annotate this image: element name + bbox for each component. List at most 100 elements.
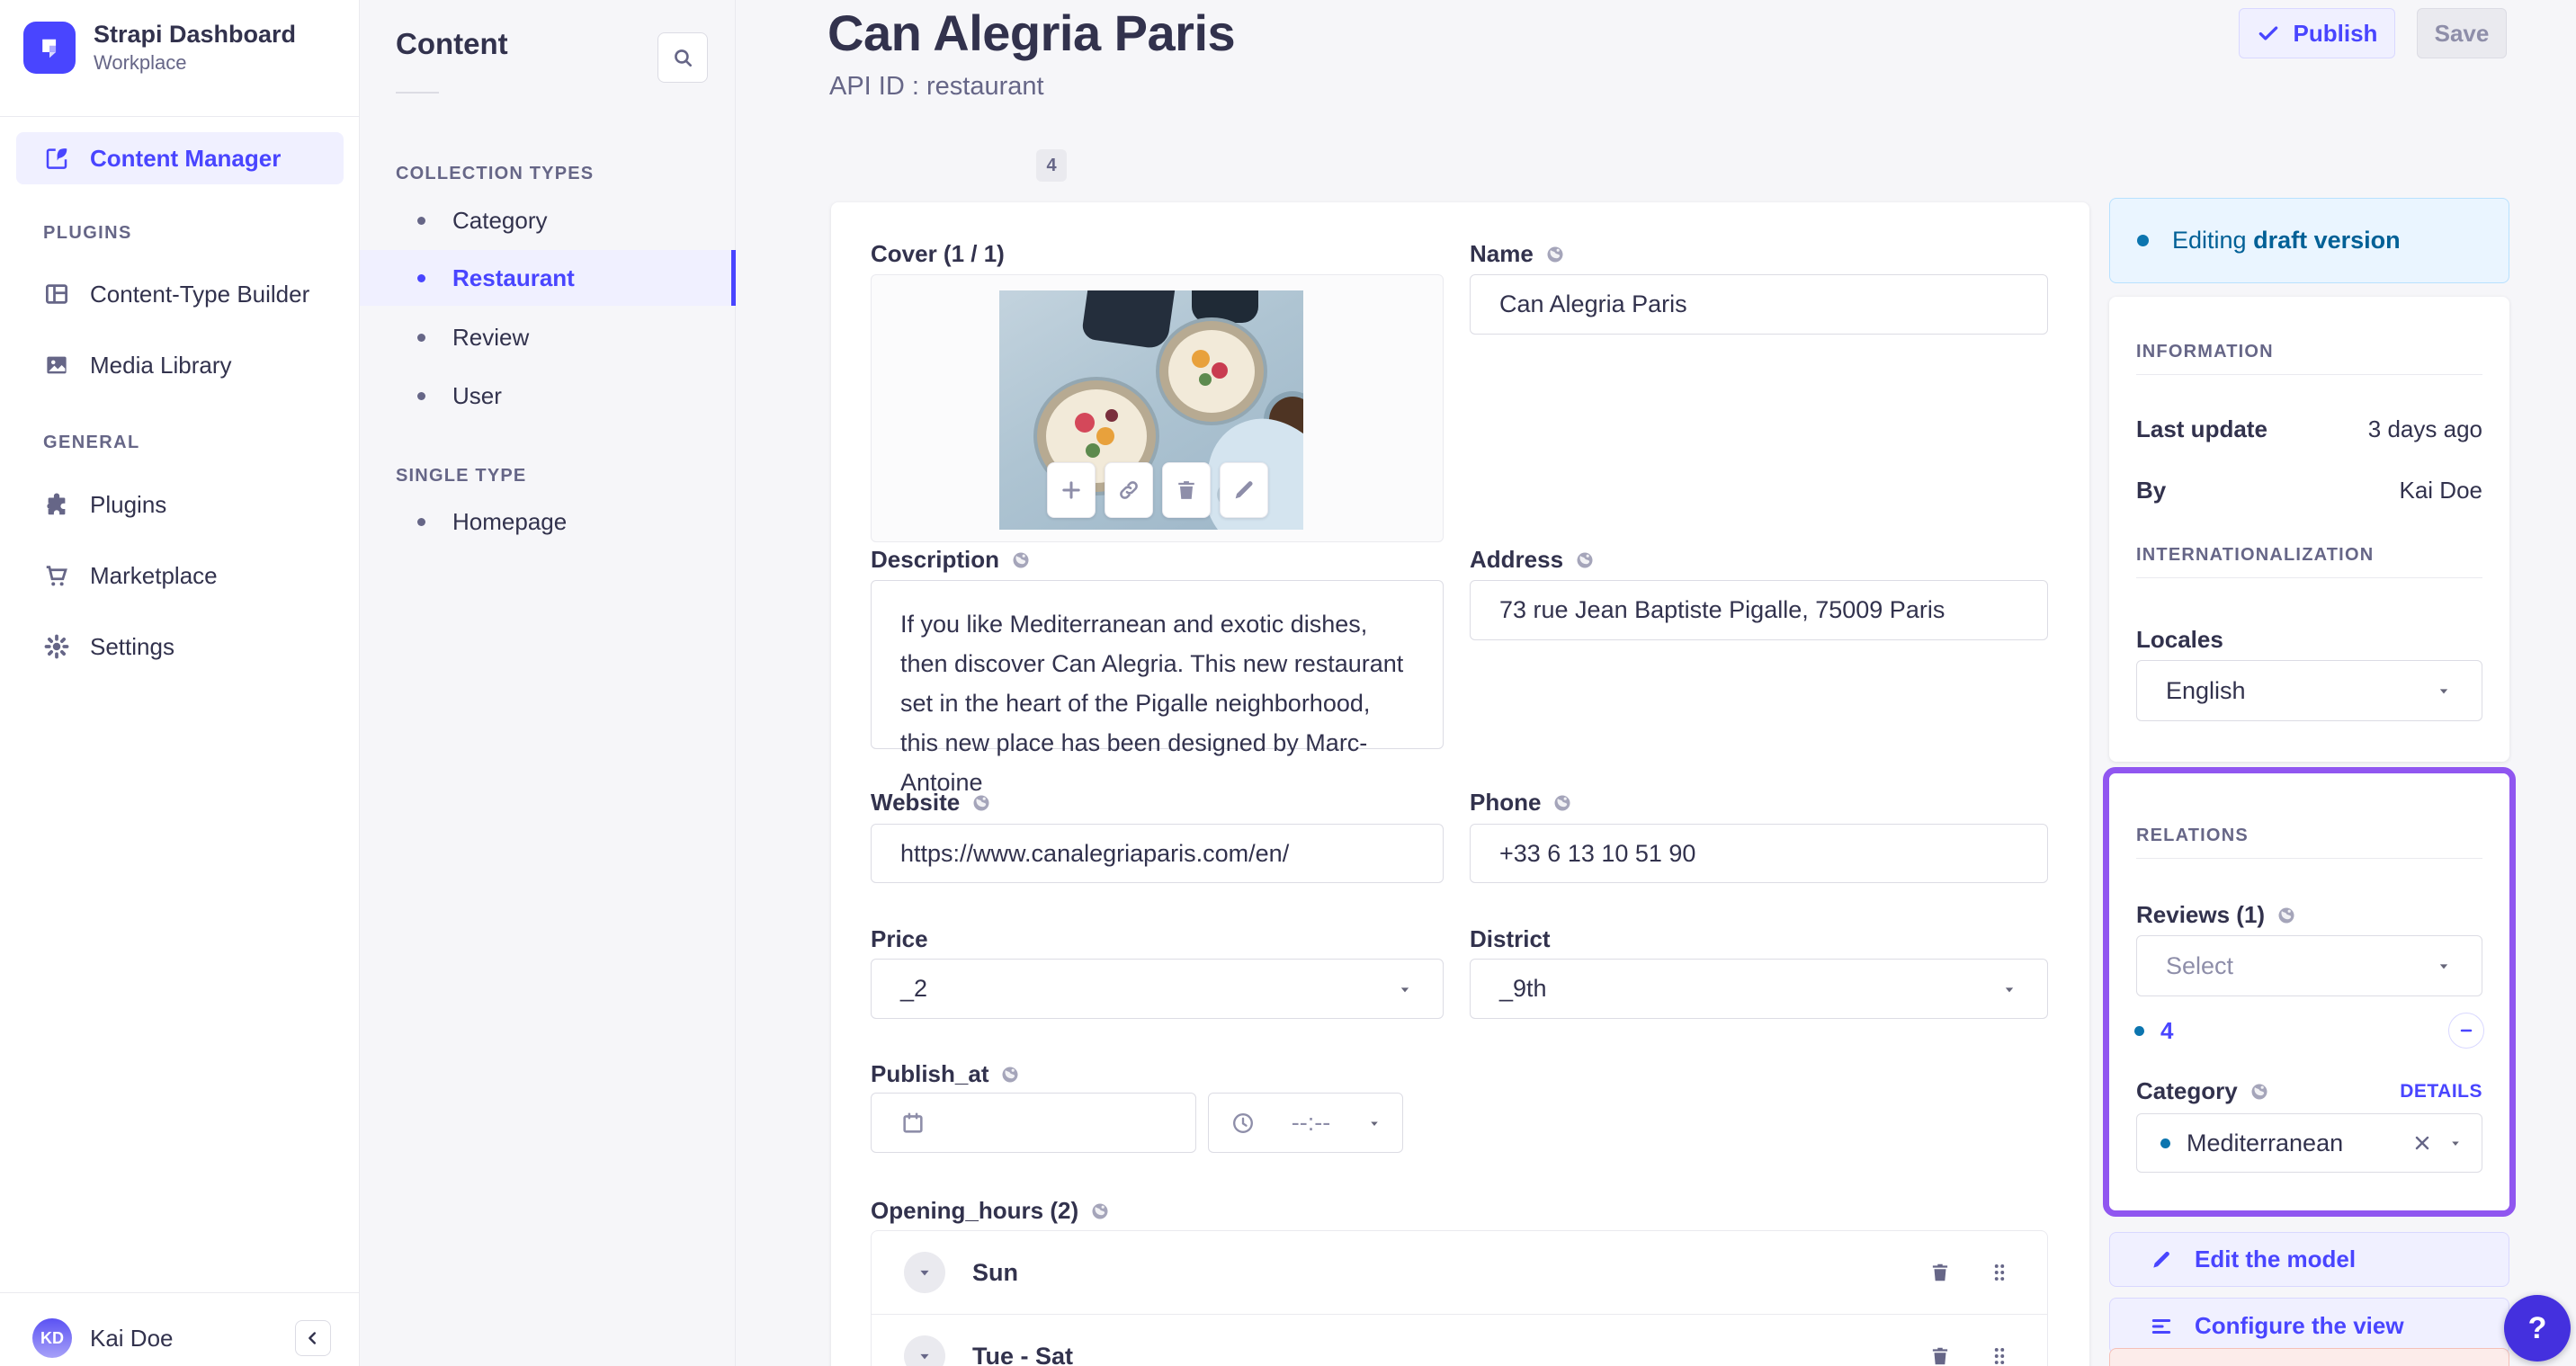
subnav-item-category[interactable]: Category [360, 192, 736, 248]
globe-icon [1002, 1067, 1018, 1082]
cover-field [871, 274, 1444, 542]
sidebar-item-label: Content Manager [90, 144, 282, 172]
search-icon [675, 49, 692, 67]
sidebar-item-content-manager[interactable]: Content Manager [16, 132, 344, 184]
add-media-button[interactable] [1046, 462, 1096, 518]
subnav-item-homepage[interactable]: Homepage [360, 494, 736, 549]
copy-link-button[interactable] [1104, 462, 1153, 518]
chevron-down-icon [2435, 682, 2453, 700]
minus-icon [2460, 1029, 2473, 1032]
app-title: Strapi Dashboard [94, 21, 297, 48]
website-input[interactable]: https://www.canalegriaparis.com/en/ [871, 824, 1444, 883]
category-select[interactable]: Mediterranean [2136, 1113, 2482, 1173]
divider [2136, 858, 2482, 859]
information-label: INFORMATION [2136, 342, 2274, 362]
address-input[interactable]: 73 rue Jean Baptiste Pigalle, 75009 Pari… [1470, 580, 2048, 640]
sidebar-item-settings[interactable]: Settings [16, 621, 344, 673]
chevron-down-icon [1366, 1115, 1382, 1131]
drag-handle-icon[interactable] [1988, 1344, 2011, 1366]
drag-handle-icon[interactable] [1988, 1261, 2011, 1284]
subnav-item-user[interactable]: User [360, 368, 736, 424]
strapi-dashboard: Strapi Dashboard Workplace Content Manag… [0, 0, 2576, 1366]
bullet-icon [417, 391, 425, 400]
price-field-label: Price [871, 925, 928, 952]
collapse-sidebar-button[interactable] [295, 1320, 331, 1356]
edit-media-button[interactable] [1219, 462, 1268, 518]
chevron-left-icon [309, 1332, 317, 1344]
globe-icon [1013, 552, 1029, 567]
save-button[interactable]: Save [2417, 8, 2507, 58]
publish-at-field-label: Publish_at [871, 1060, 1021, 1088]
price-select[interactable]: _2 [871, 959, 1444, 1019]
link-icon [1119, 481, 1138, 499]
sidebar-item-media-library[interactable]: Media Library [16, 339, 344, 391]
globe-icon [2278, 907, 2294, 923]
by-row: By Kai Doe [2136, 477, 2482, 504]
locale-select[interactable]: English [2136, 660, 2482, 721]
description-textarea[interactable]: If you like Mediterranean and exotic dis… [871, 580, 1444, 796]
subnav-item-restaurant[interactable]: Restaurant [360, 250, 736, 306]
calendar-icon [903, 1112, 923, 1133]
expand-button[interactable] [904, 1335, 945, 1366]
remove-relation-button[interactable] [2448, 1013, 2484, 1049]
details-link[interactable]: DETAILS [2400, 1081, 2482, 1103]
search-button[interactable] [657, 32, 708, 83]
publish-at-time-input[interactable]: --:-- [1208, 1093, 1403, 1153]
expand-button[interactable] [904, 1252, 945, 1293]
globe-icon [1554, 795, 1570, 810]
help-button[interactable]: ? [2504, 1295, 2571, 1362]
brand[interactable]: Strapi Dashboard Workplace [23, 20, 296, 76]
collection-types-count: 4 [1036, 149, 1067, 182]
phone-input[interactable]: +33 6 13 10 51 90 [1470, 824, 2048, 883]
globe-icon [1547, 246, 1563, 262]
opening-hours-field-label: Opening_hours (2) [871, 1197, 1111, 1225]
puzzle-icon [43, 491, 70, 518]
last-update-row: Last update 3 days ago [2136, 415, 2482, 442]
user-menu[interactable]: KD Kai Doe [32, 1318, 174, 1358]
reviews-field-label: Reviews (1) [2136, 901, 2297, 929]
information-panel: INFORMATION Last update 3 days ago By Ka… [2109, 297, 2509, 762]
reviews-select[interactable]: Select [2136, 935, 2482, 996]
clear-icon[interactable] [2411, 1132, 2433, 1154]
relation-link[interactable]: 4 [2160, 1017, 2173, 1045]
divider [2136, 374, 2482, 375]
workspace-label: Workplace [94, 50, 187, 74]
gear-icon [43, 633, 70, 660]
check-icon [2258, 26, 2277, 40]
subnav-title: Content [396, 27, 508, 60]
content-manager-icon [43, 145, 70, 172]
divider [0, 116, 359, 117]
main-sidebar: Strapi Dashboard Workplace Content Manag… [0, 0, 360, 1366]
name-input[interactable]: Can Alegria Paris [1470, 274, 2048, 335]
chevron-down-icon [920, 1270, 929, 1276]
delete-item-button[interactable] [1928, 1344, 1952, 1366]
divider [2136, 577, 2482, 578]
bullet-icon [417, 517, 425, 526]
delete-entry-button[interactable] [2109, 1348, 2509, 1366]
api-id-subtitle: API ID : restaurant [829, 72, 1044, 101]
configure-lines-icon [2151, 1318, 2171, 1334]
cover-toolbar [1046, 462, 1268, 518]
delete-item-button[interactable] [1928, 1261, 1952, 1284]
opening-hours-item-sun: Sun [872, 1231, 2047, 1314]
publish-button[interactable]: Publish [2239, 8, 2395, 58]
name-field-label: Name [1470, 240, 1566, 268]
status-dot-icon [2137, 235, 2149, 246]
configure-view-button[interactable]: Configure the view [2109, 1298, 2509, 1354]
district-select[interactable]: _9th [1470, 959, 2048, 1019]
district-field-label: District [1470, 925, 1551, 952]
delete-media-button[interactable] [1161, 462, 1211, 518]
opening-hours-item-tue-sat: Tue - Sat [872, 1315, 2047, 1366]
review-relation-item: 4 [2134, 1013, 2484, 1049]
chevron-down-icon [1396, 980, 1414, 998]
single-type-label: SINGLE TYPE [396, 466, 527, 486]
sidebar-item-plugins[interactable]: Plugins [16, 478, 344, 531]
locales-label-row: Locales [2136, 626, 2223, 653]
general-section-label: GENERAL [43, 433, 140, 452]
sidebar-item-content-type-builder[interactable]: Content-Type Builder [16, 268, 344, 320]
publish-at-date-input[interactable] [871, 1093, 1196, 1153]
sidebar-item-marketplace[interactable]: Marketplace [16, 549, 344, 602]
collection-types-label: COLLECTION TYPES [396, 164, 595, 183]
subnav-item-review[interactable]: Review [360, 309, 736, 365]
edit-model-button[interactable]: Edit the model [2109, 1232, 2509, 1287]
